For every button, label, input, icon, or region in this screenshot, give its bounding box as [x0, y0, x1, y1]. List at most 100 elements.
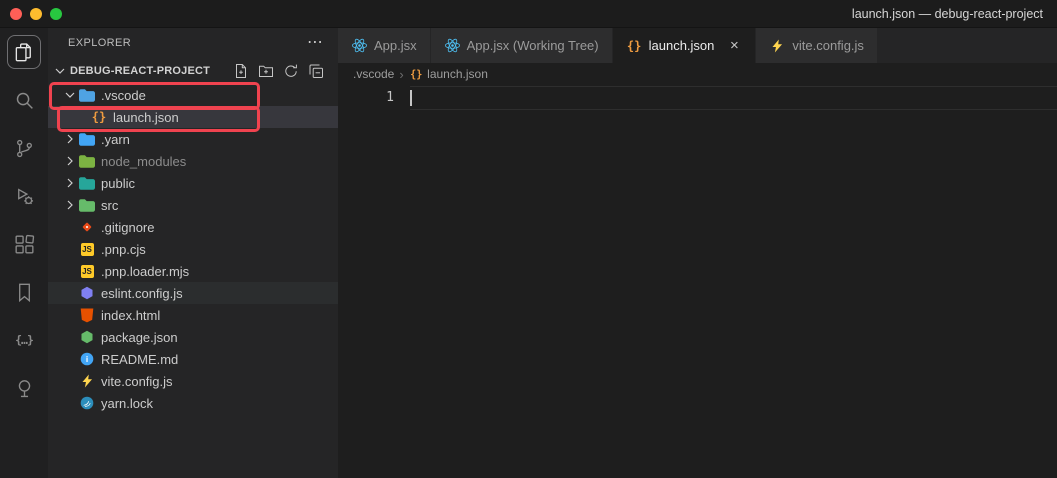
breadcrumb: .vscode›{}launch.json [338, 63, 1057, 85]
tab-label: App.jsx (Working Tree) [467, 38, 599, 53]
tab-app-jsx[interactable]: App.jsx [338, 28, 431, 63]
tab-label: App.jsx [374, 38, 417, 53]
close-window-button[interactable] [10, 8, 22, 20]
tree-item-pnp-loader-mjs[interactable]: JS.pnp.loader.mjs [48, 260, 338, 282]
current-line-highlight [410, 86, 1057, 110]
project-name: DEBUG-REACT-PROJECT [70, 65, 210, 77]
chevron-right-icon[interactable] [62, 197, 78, 213]
sidebar-header: EXPLORER ⋯ [48, 28, 338, 58]
minimize-window-button[interactable] [30, 8, 42, 20]
new-file-icon[interactable] [233, 63, 249, 79]
tree-item-label: yarn.lock [101, 396, 153, 411]
twisty-spacer [62, 329, 78, 345]
chevron-right-icon[interactable] [62, 131, 78, 147]
activity-todo-tree[interactable] [7, 371, 41, 405]
collapse-all-icon[interactable] [308, 63, 324, 79]
react-icon [444, 37, 461, 54]
folder-icon [78, 87, 96, 103]
breadcrumb-launch-json[interactable]: {} launch.json [409, 67, 488, 81]
file-tree: .vscode {}launch.json .yarn node_modulespub… [48, 84, 338, 478]
new-folder-icon[interactable] [258, 63, 274, 79]
tree-item-label: node_modules [101, 154, 186, 169]
editor[interactable]: 1 [338, 85, 1057, 478]
chevron-right-icon[interactable] [62, 153, 78, 169]
svg-text:i: i [86, 354, 88, 364]
html-icon [78, 307, 96, 323]
title-bar: launch.json — debug-react-project [0, 0, 1057, 28]
search-icon [13, 89, 36, 112]
snippets-icon: {…} [15, 333, 33, 347]
twisty-spacer [62, 219, 78, 235]
more-actions-icon[interactable]: ⋯ [307, 38, 324, 48]
tree-item-label: .gitignore [101, 220, 154, 235]
tree-item-yarn-lock[interactable]: yarn.lock [48, 392, 338, 414]
tree-item-node-modules[interactable]: node_modules [48, 150, 338, 172]
tab-label: launch.json [649, 38, 715, 53]
tree-item-label: eslint.config.js [101, 286, 183, 301]
editor-group: App.jsx App.jsx (Working Tree) {} launch.js… [338, 28, 1057, 478]
braces-icon: {} [410, 68, 422, 80]
activity-snippets[interactable]: {…} [7, 323, 41, 357]
tree-item-readme-md[interactable]: iREADME.md [48, 348, 338, 370]
activity-extensions[interactable] [7, 227, 41, 261]
tree-item-launch-json[interactable]: {}launch.json [48, 106, 338, 128]
tree-item-vite-config-js[interactable]: vite.config.js [48, 370, 338, 392]
twisty-spacer [62, 307, 78, 323]
activity-source-control[interactable] [7, 131, 41, 165]
refresh-icon[interactable] [283, 63, 299, 79]
activity-explorer[interactable] [7, 35, 41, 69]
tab-launch-json[interactable]: {} launch.json × [613, 28, 757, 63]
breadcrumb-label: launch.json [427, 67, 488, 81]
run-debug-icon [13, 185, 36, 208]
tree-item-label: .vscode [101, 88, 146, 103]
chevron-down-icon [52, 63, 68, 79]
explorer-actions [233, 63, 338, 79]
project-section-header[interactable]: DEBUG-REACT-PROJECT [48, 58, 338, 84]
twisty-spacer [62, 285, 78, 301]
twisty-spacer [62, 241, 78, 257]
tree-item-src[interactable]: src [48, 194, 338, 216]
react-icon [351, 37, 368, 54]
line-number: 1 [386, 90, 394, 105]
tab-app-jsx-working-tree[interactable]: App.jsx (Working Tree) [431, 28, 613, 63]
breadcrumb-label: .vscode [353, 67, 394, 81]
tree-item-public[interactable]: public [48, 172, 338, 194]
tab-vite-config-js[interactable]: vite.config.js [756, 28, 878, 63]
explorer-title: EXPLORER [68, 37, 131, 49]
folder-icon [78, 131, 96, 147]
bookmarks-icon [13, 281, 36, 304]
js-icon: JS [78, 241, 96, 257]
vite-icon [78, 373, 96, 389]
tree-item-yarn[interactable]: .yarn [48, 128, 338, 150]
tree-item-label: public [101, 176, 135, 191]
info-icon: i [78, 351, 96, 367]
activity-run-debug[interactable] [7, 179, 41, 213]
chevron-down-icon[interactable] [62, 87, 78, 103]
breadcrumb-vscode[interactable]: .vscode [353, 67, 394, 81]
source-control-icon [13, 137, 36, 160]
js-icon: JS [78, 263, 96, 279]
tree-item-label: .yarn [101, 132, 130, 147]
git-icon [78, 219, 96, 235]
npm-icon [78, 329, 96, 345]
window-controls [10, 8, 62, 20]
folder-icon [78, 153, 96, 169]
tree-item-eslint-config-js[interactable]: eslint.config.js [48, 282, 338, 304]
tree-item-package-json[interactable]: package.json [48, 326, 338, 348]
tree-item-label: vite.config.js [101, 374, 173, 389]
tree-item-index-html[interactable]: index.html [48, 304, 338, 326]
close-tab-icon[interactable]: × [726, 38, 742, 54]
activity-search[interactable] [7, 83, 41, 117]
activity-bookmarks[interactable] [7, 275, 41, 309]
braces-icon: {} [626, 37, 643, 54]
tab-bar: App.jsx App.jsx (Working Tree) {} launch.js… [338, 28, 1057, 63]
zoom-window-button[interactable] [50, 8, 62, 20]
tree-item-vscode[interactable]: .vscode [48, 84, 338, 106]
tree-item-gitignore[interactable]: .gitignore [48, 216, 338, 238]
chevron-right-icon[interactable] [62, 175, 78, 191]
tab-label: vite.config.js [792, 38, 864, 53]
folder-icon [78, 175, 96, 191]
tree-item-pnp-cjs[interactable]: JS.pnp.cjs [48, 238, 338, 260]
tree-item-label: launch.json [113, 110, 179, 125]
explorer-icon [13, 41, 36, 64]
